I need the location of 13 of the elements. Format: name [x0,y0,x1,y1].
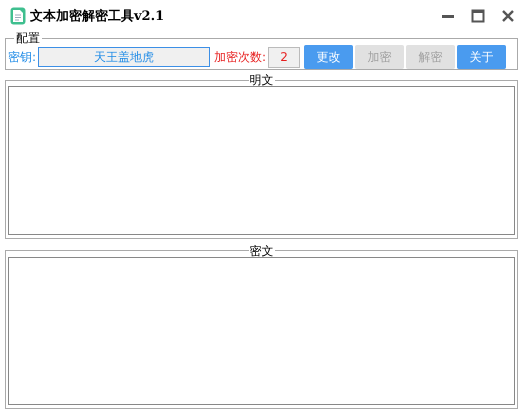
action-button[interactable]: 关于 [457,45,506,69]
close-icon[interactable] [501,9,515,23]
window-title: 文本加密解密工具v2.1 [30,8,164,25]
document-icon [10,7,26,25]
group-legend: 密文 [248,244,274,256]
maximize-icon[interactable] [471,9,485,23]
count-field[interactable]: 2 [268,46,300,68]
key-field[interactable]: 天王盖地虎 [38,47,210,67]
group-legend: 配置 [14,32,42,44]
action-button[interactable]: 更改 [304,45,354,69]
key-label: 密钥: [8,48,36,66]
count-label: 加密次数: [214,48,266,66]
group-legend: 明文 [248,74,274,86]
